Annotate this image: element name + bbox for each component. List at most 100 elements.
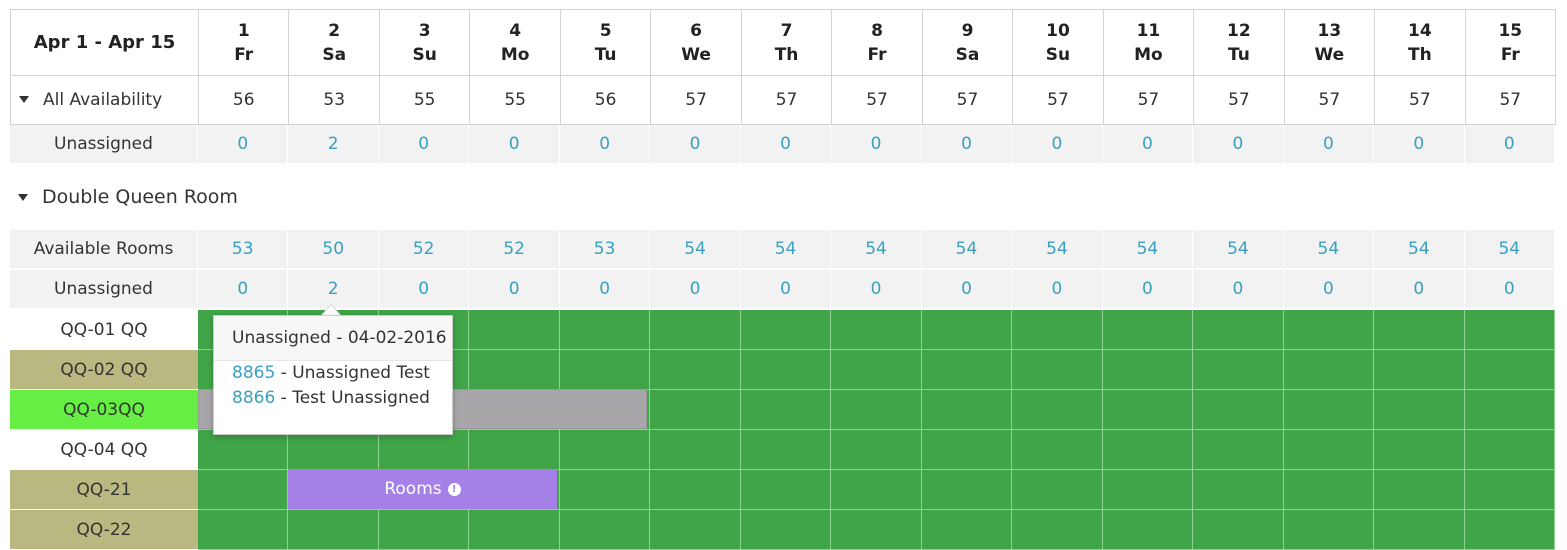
availability-cell[interactable] [1193, 350, 1284, 390]
availability-cell[interactable] [831, 390, 922, 430]
count-link[interactable]: 0 [831, 270, 922, 308]
availability-cell[interactable] [740, 350, 832, 390]
availability-cell[interactable] [288, 510, 379, 550]
count-link[interactable]: 0 [1283, 270, 1375, 308]
availability-cell[interactable] [1193, 470, 1284, 510]
booking-bar[interactable]: Rooms ! [288, 469, 557, 509]
count-link[interactable]: 0 [921, 125, 1013, 163]
availability-cell[interactable] [198, 510, 289, 550]
reservation-link[interactable]: 8865 [232, 363, 275, 383]
availability-cell[interactable] [740, 510, 832, 550]
availability-cell[interactable] [559, 470, 651, 510]
availability-cell[interactable] [1102, 310, 1194, 350]
availability-cell[interactable] [1012, 470, 1103, 510]
count-link[interactable]: 2 [288, 270, 379, 308]
count-link[interactable]: 0 [831, 125, 922, 163]
count-link[interactable]: 0 [1102, 125, 1194, 163]
count-link[interactable]: 2 [288, 125, 379, 163]
count-link[interactable]: 0 [1193, 270, 1284, 308]
availability-cell[interactable] [1102, 430, 1194, 470]
count-link[interactable]: 54 [921, 230, 1013, 268]
availability-cell[interactable] [469, 430, 560, 470]
count-link[interactable]: 0 [1464, 125, 1556, 163]
availability-cell[interactable] [1012, 310, 1103, 350]
count-link[interactable]: 0 [198, 270, 289, 308]
count-link[interactable]: 0 [1374, 270, 1465, 308]
count-link[interactable]: 54 [740, 230, 832, 268]
room-name[interactable]: QQ-21 [10, 470, 198, 510]
count-link[interactable]: 0 [559, 270, 651, 308]
count-link[interactable]: 52 [378, 230, 470, 268]
availability-cell[interactable] [1012, 430, 1103, 470]
count-link[interactable]: 0 [559, 125, 651, 163]
count-link[interactable]: 54 [831, 230, 922, 268]
availability-cell[interactable] [1464, 350, 1556, 390]
count-link[interactable]: 0 [469, 125, 560, 163]
count-link[interactable]: 0 [1283, 125, 1375, 163]
availability-cell[interactable] [1193, 510, 1284, 550]
availability-cell[interactable] [1012, 510, 1103, 550]
availability-cell[interactable] [1374, 510, 1465, 550]
count-link[interactable]: 0 [1374, 125, 1465, 163]
room-name[interactable]: QQ-02 QQ [10, 350, 198, 390]
availability-cell[interactable] [1374, 470, 1465, 510]
availability-cell[interactable] [1193, 430, 1284, 470]
availability-cell[interactable] [1283, 430, 1375, 470]
room-type-section-toggle[interactable]: Double Queen Room [18, 186, 238, 208]
availability-cell[interactable] [831, 310, 922, 350]
availability-cell[interactable] [1374, 390, 1465, 430]
count-link[interactable]: 0 [740, 270, 832, 308]
availability-cell[interactable] [559, 350, 651, 390]
count-link[interactable]: 0 [650, 270, 741, 308]
availability-cell[interactable] [1193, 310, 1284, 350]
count-link[interactable]: 0 [921, 270, 1013, 308]
availability-cell[interactable] [1283, 310, 1375, 350]
count-link[interactable]: 0 [1012, 125, 1103, 163]
room-name[interactable]: QQ-22 [10, 510, 198, 550]
count-link[interactable]: 0 [650, 125, 741, 163]
availability-cell[interactable] [1464, 510, 1556, 550]
availability-cell[interactable] [740, 310, 832, 350]
availability-cell[interactable] [831, 430, 922, 470]
count-link[interactable]: 0 [740, 125, 832, 163]
availability-cell[interactable] [288, 430, 379, 470]
count-link[interactable]: 52 [469, 230, 560, 268]
room-name[interactable]: QQ-01 QQ [10, 310, 198, 350]
count-link[interactable]: 54 [1193, 230, 1284, 268]
availability-cell[interactable] [469, 350, 560, 390]
count-link[interactable]: 0 [378, 270, 470, 308]
availability-cell[interactable] [740, 470, 832, 510]
availability-cell[interactable] [559, 310, 651, 350]
availability-cell[interactable] [921, 350, 1013, 390]
availability-cell[interactable] [1283, 470, 1375, 510]
count-link[interactable]: 54 [1283, 230, 1375, 268]
count-link[interactable]: 53 [198, 230, 289, 268]
availability-cell[interactable] [1193, 390, 1284, 430]
availability-cell[interactable] [650, 350, 741, 390]
availability-cell[interactable] [650, 390, 741, 430]
availability-cell[interactable] [469, 510, 560, 550]
count-link[interactable]: 0 [378, 125, 470, 163]
availability-cell[interactable] [650, 470, 741, 510]
room-name[interactable]: QQ-04 QQ [10, 430, 198, 470]
availability-cell[interactable] [740, 430, 832, 470]
availability-cell[interactable] [1283, 350, 1375, 390]
availability-cell[interactable] [1464, 390, 1556, 430]
availability-cell[interactable] [1374, 430, 1465, 470]
count-link[interactable]: 50 [288, 230, 379, 268]
count-link[interactable]: 53 [559, 230, 651, 268]
availability-cell[interactable] [831, 470, 922, 510]
count-link[interactable]: 0 [1464, 270, 1556, 308]
availability-cell[interactable] [1464, 310, 1556, 350]
availability-cell[interactable] [1374, 350, 1465, 390]
count-link[interactable]: 0 [198, 125, 289, 163]
count-link[interactable]: 0 [1102, 270, 1194, 308]
availability-cell[interactable] [1283, 390, 1375, 430]
availability-cell[interactable] [650, 510, 741, 550]
count-link[interactable]: 0 [1193, 125, 1284, 163]
availability-cell[interactable] [559, 510, 651, 550]
availability-cell[interactable] [650, 310, 741, 350]
availability-cell[interactable] [921, 510, 1013, 550]
room-name[interactable]: QQ-03QQ [10, 390, 198, 430]
availability-cell[interactable] [198, 470, 289, 510]
